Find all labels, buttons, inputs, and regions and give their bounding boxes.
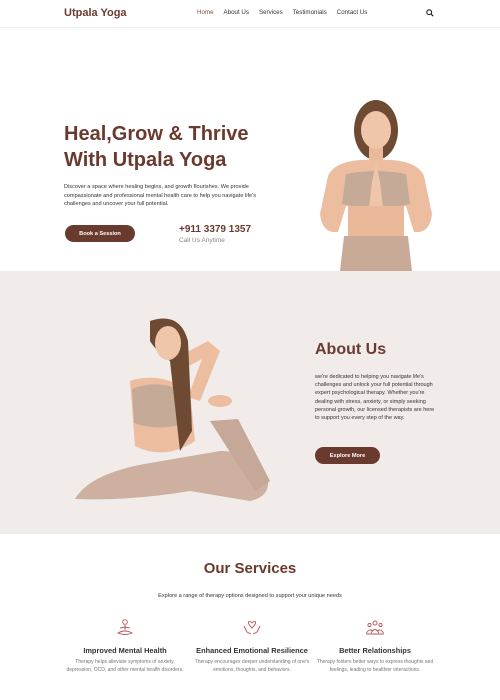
hero-section: Heal,Grow & Thrive With Utpala Yoga Disc… (0, 28, 500, 271)
book-session-button[interactable]: Book a Session (65, 225, 135, 242)
service-description: Therapy helps alleviate symptoms of anxi… (66, 659, 184, 673)
nav-testimonials[interactable]: Testimonials (293, 9, 327, 16)
about-section: About Us we're dedicated to helping you … (0, 271, 500, 534)
nav-services[interactable]: Services (259, 9, 283, 16)
meditation-icon (116, 619, 134, 635)
service-title: Enhanced Emotional Resilience (196, 646, 308, 655)
nav-about-us[interactable]: About Us (224, 9, 249, 16)
about-yoga-pose-image (75, 318, 270, 501)
nav-home[interactable]: Home (197, 9, 214, 16)
hero-title-line-2: With Utpala Yoga (64, 149, 227, 171)
hero-title: Heal,Grow & Thrive With Utpala Yoga (64, 121, 314, 173)
call-label: Call Us Anytime (179, 237, 225, 244)
site-logo[interactable]: Utpala Yoga (64, 7, 127, 19)
about-description: we're dedicated to helping you navigate … (315, 374, 435, 422)
service-card[interactable]: Improved Mental Health Therapy helps all… (65, 618, 185, 674)
phone-number[interactable]: +911 3379 1357 (179, 224, 251, 235)
service-card[interactable]: Better Relationships Therapy fosters bet… (315, 618, 435, 674)
search-icon[interactable] (426, 9, 434, 17)
hero-description: Discover a space where healing begins, a… (64, 184, 256, 207)
service-description: Therapy encourages deeper understanding … (194, 659, 310, 673)
services-section: Our Services Explore a range of therapy … (0, 534, 500, 700)
about-title: About Us (315, 341, 387, 358)
service-title: Improved Mental Health (83, 646, 167, 655)
services-subtitle: Explore a range of therapy options desig… (158, 593, 342, 599)
heart-hands-icon (243, 620, 261, 635)
hero-title-line-1: Heal,Grow & Thrive (64, 123, 249, 145)
service-card[interactable]: Enhanced Emotional Resilience Therapy en… (192, 618, 312, 674)
nav-contact-us[interactable]: Contact Us (337, 9, 368, 16)
services-title: Our Services (203, 560, 297, 577)
service-title: Better Relationships (339, 646, 411, 655)
main-nav: Home About Us Services Testimonials Cont… (197, 9, 367, 16)
group-icon (366, 620, 384, 635)
site-header: Utpala Yoga Home About Us Services Testi… (0, 0, 500, 28)
service-description: Therapy fosters better ways to express t… (316, 659, 434, 673)
explore-more-button[interactable]: Explore More (315, 447, 380, 464)
hero-woman-image (320, 100, 432, 271)
